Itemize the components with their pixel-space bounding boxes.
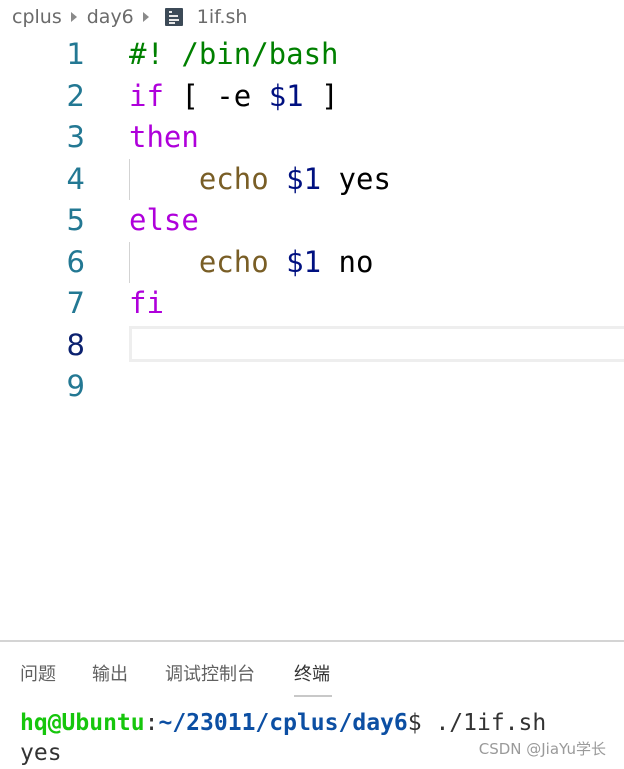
code-text: if [ -e $1 ] bbox=[129, 76, 339, 118]
line-number: 1 bbox=[66, 37, 85, 71]
code-token-plain: yes bbox=[321, 161, 391, 196]
tab-debug-console[interactable]: 调试控制台 bbox=[165, 660, 255, 686]
terminal-prompt-symbol: $ bbox=[407, 710, 422, 736]
watermark: CSDN @JiaYu学长 bbox=[478, 740, 606, 758]
code-token-fn: echo bbox=[198, 161, 269, 196]
breadcrumb-item-day6[interactable]: day6 bbox=[87, 6, 134, 28]
code-line[interactable]: 4 echo $1 yes bbox=[0, 158, 624, 201]
text-file-icon bbox=[164, 8, 183, 26]
code-line[interactable]: 5 else bbox=[0, 200, 624, 242]
bottom-panel: 问题 输出 调试控制台 终端 hq@Ubuntu:~/23011/cplus/d… bbox=[0, 640, 624, 769]
code-text: #! /bin/bash bbox=[129, 34, 339, 76]
code-line[interactable]: 2 if [ -e $1 ] bbox=[0, 76, 624, 118]
code-line[interactable]: 8 bbox=[0, 325, 624, 367]
tab-terminal[interactable]: 终端 bbox=[294, 660, 330, 686]
code-token-var: $1 bbox=[268, 78, 304, 113]
line-number: 8 bbox=[66, 327, 85, 362]
code-token-plain: [ -e bbox=[163, 78, 269, 113]
line-number: 5 bbox=[66, 203, 85, 237]
breadcrumb-item-file[interactable]: 1if.sh bbox=[197, 6, 248, 28]
terminal[interactable]: hq@Ubuntu:~/23011/cplus/day6$ ./1if.sh y… bbox=[20, 708, 546, 768]
code-token-comment: #! /bin/bash bbox=[129, 37, 339, 71]
code-line[interactable]: 3 then bbox=[0, 117, 624, 159]
breadcrumb-item-cplus[interactable]: cplus bbox=[12, 6, 62, 28]
code-text: fi bbox=[129, 283, 164, 325]
line-number: 9 bbox=[66, 369, 85, 403]
terminal-command: ./1if.sh bbox=[421, 710, 547, 736]
line-number: 4 bbox=[66, 161, 85, 196]
code-token-kw: if bbox=[129, 78, 164, 113]
line-number: 2 bbox=[66, 78, 85, 113]
breadcrumb: cplus day6 1if.sh bbox=[12, 2, 247, 32]
terminal-output: yes bbox=[20, 740, 62, 766]
code-editor[interactable]: 1 #! /bin/bash 2 if [ -e $1 ] 3 then 4 echo $1… bbox=[0, 34, 624, 408]
code-text: echo $1 yes bbox=[129, 159, 391, 201]
line-number: 6 bbox=[66, 244, 85, 279]
code-line[interactable]: 7 fi bbox=[0, 283, 624, 325]
code-token-var: $1 bbox=[286, 161, 322, 196]
code-token-plain: no bbox=[321, 244, 374, 279]
line-number: 3 bbox=[66, 120, 85, 154]
current-line-highlight bbox=[129, 325, 624, 362]
chevron-right-icon bbox=[142, 12, 149, 22]
code-token-var: $1 bbox=[286, 244, 322, 279]
code-text: echo $1 no bbox=[129, 242, 374, 284]
tab-output[interactable]: 输出 bbox=[92, 660, 128, 686]
panel-tabs: 问题 输出 调试控制台 终端 bbox=[0, 642, 624, 700]
code-token-kw: fi bbox=[129, 286, 164, 320]
line-number: 7 bbox=[66, 286, 85, 320]
active-tab-indicator bbox=[294, 695, 332, 697]
code-line[interactable]: 6 echo $1 no bbox=[0, 241, 624, 284]
code-token-plain: ] bbox=[303, 78, 339, 113]
terminal-prompt-path: ~/23011/cplus/day6 bbox=[158, 710, 408, 736]
terminal-prompt-user: hq@Ubuntu bbox=[20, 710, 145, 736]
chevron-right-icon bbox=[70, 12, 77, 22]
code-line[interactable]: 9 bbox=[0, 366, 624, 408]
terminal-prompt-separator: : bbox=[144, 710, 159, 736]
code-line[interactable]: 1 #! /bin/bash bbox=[0, 34, 624, 76]
code-text: else bbox=[129, 200, 199, 242]
code-token-kw: else bbox=[129, 203, 199, 237]
code-text: then bbox=[129, 117, 199, 159]
code-token-fn: echo bbox=[198, 244, 269, 279]
code-token-kw: then bbox=[129, 120, 199, 154]
tab-problems[interactable]: 问题 bbox=[20, 660, 56, 686]
